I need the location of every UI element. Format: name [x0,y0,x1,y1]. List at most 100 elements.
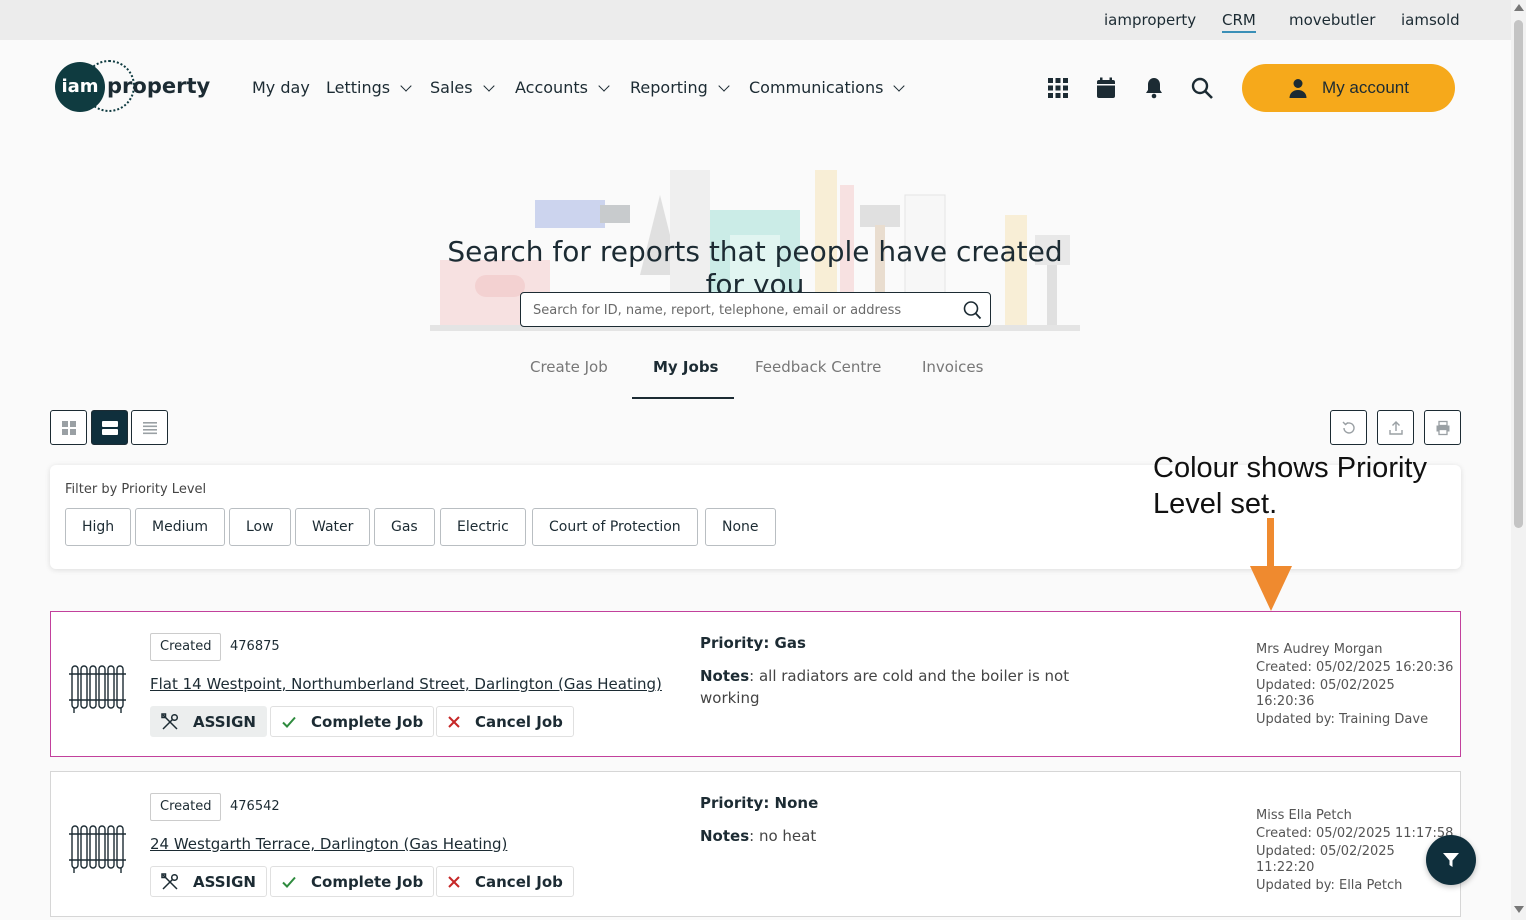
list-view-button[interactable] [131,410,168,445]
filter-chip-low[interactable]: Low [229,508,291,546]
logo-word: property [107,74,211,98]
nav-item-reporting[interactable]: Reporting [630,78,730,97]
filter-icon [1443,853,1459,867]
export-button[interactable] [1377,410,1414,445]
logo-mark: iam [55,62,105,112]
job-notes: Notes: all radiators are cold and the bo… [700,665,1080,709]
active-tab-indicator [632,397,734,399]
nav-item-my-day[interactable]: My day [252,78,310,97]
search-input[interactable] [533,299,953,321]
check-icon [282,876,296,888]
cancel-job-label: Cancel Job [475,872,563,891]
job-meta: Miss Ella Petch Created: 05/02/2025 11:1… [1256,808,1456,894]
nav-item-accounts[interactable]: Accounts [515,78,610,97]
filter-chip-water[interactable]: Water [295,508,371,546]
updated-by: Updated by: Training Dave [1256,712,1429,727]
nav-item-label: Sales [430,78,473,97]
brand-link-iamsold[interactable]: iamsold [1401,11,1460,29]
nav-item-lettings[interactable]: Lettings [326,78,412,97]
close-icon [448,875,460,888]
assign-button[interactable]: ASSIGN [150,706,267,737]
refresh-icon [1342,421,1355,434]
grid-view-icon [61,420,76,435]
tools-icon [161,872,179,890]
my-account-button[interactable]: My account [1242,64,1455,112]
priority-label: Priority: None [700,794,819,812]
filter-chip-none[interactable]: None [705,508,776,546]
created-date: Created: 05/02/2025 11:17:58 [1256,826,1454,841]
tab-my-jobs[interactable]: My Jobs [653,358,718,376]
cancel-job-button[interactable]: Cancel Job [436,706,574,737]
tab-create-job[interactable]: Create Job [530,358,608,376]
scrollbar-thumb[interactable] [1514,20,1523,528]
card-view-icon [101,420,118,435]
complete-job-label: Complete Job [311,712,424,731]
radiator-icon [69,665,126,713]
calendar-icon[interactable] [1094,76,1118,100]
nav-item-label: Reporting [630,78,708,97]
chevron-down-icon [482,79,495,92]
priority-label: Priority: Gas [700,634,806,652]
brand-link-crm[interactable]: CRM [1222,11,1256,33]
complete-job-button[interactable]: Complete Job [270,866,435,897]
check-icon [282,716,296,728]
complete-job-button[interactable]: Complete Job [270,706,435,737]
contact-name: Mrs Audrey Morgan [1256,642,1383,657]
complete-job-label: Complete Job [311,872,424,891]
nav-item-label: Lettings [326,78,391,97]
annotation-arrow [1267,518,1274,570]
scroll-up-arrow[interactable] [1514,4,1524,11]
scroll-down-arrow[interactable] [1514,906,1524,913]
assign-label: ASSIGN [193,712,256,731]
status-badge: Created [150,793,222,821]
notes-text: : no heat [749,827,817,845]
job-address-link[interactable]: Flat 14 Westpoint, Northumberland Street… [150,675,662,693]
job-card: Created 476875 Flat 14 Westpoint, Northu… [50,611,1461,757]
brand-link-iamproperty[interactable]: iamproperty [1104,11,1196,29]
created-date: Created: 05/02/2025 16:20:36 [1256,660,1454,675]
tab-feedback-centre[interactable]: Feedback Centre [755,358,881,376]
contact-name: Miss Ella Petch [1256,808,1352,823]
apps-grid-icon[interactable] [1046,76,1070,100]
grid-view-button[interactable] [50,410,87,445]
filter-chip-court-of-protection[interactable]: Court of Protection [532,508,698,546]
print-icon [1436,420,1449,435]
notes-text: : all radiators are cold and the boiler … [700,667,1070,707]
logo[interactable]: iam property [55,60,210,114]
nav-item-communications[interactable]: Communications [749,78,906,97]
job-card: Created 476542 24 Westgarth Terrace, Dar… [50,771,1461,917]
print-button[interactable] [1424,410,1461,445]
assign-label: ASSIGN [193,872,256,891]
updated-date: Updated: 05/02/2025 16:20:36 [1256,678,1395,709]
filter-chip-high[interactable]: High [65,508,132,546]
assign-button[interactable]: ASSIGN [150,866,267,897]
filter-chip-gas[interactable]: Gas [374,508,435,546]
close-icon [448,715,460,728]
chevron-down-icon [598,79,610,92]
annotation-callout: Colour shows Priority Level set. [1153,452,1427,520]
brand-link-movebutler[interactable]: movebutler [1289,11,1375,29]
job-id: 476542 [230,799,280,814]
tab-invoices[interactable]: Invoices [922,358,983,376]
nav-item-label: Communications [749,78,884,97]
cancel-job-button[interactable]: Cancel Job [436,866,574,897]
chevron-down-icon [893,79,906,92]
main-nav: iam property My day Lettings Sales Accou… [0,40,1511,136]
filter-chip-medium[interactable]: Medium [135,508,225,546]
notes-label: Notes [700,827,750,845]
filter-label: Filter by Priority Level [65,482,207,497]
status-badge: Created [150,633,222,661]
card-view-button[interactable] [91,410,128,445]
tools-icon [161,712,179,730]
search-icon[interactable] [962,300,982,320]
search-icon[interactable] [1190,76,1214,100]
bell-icon[interactable] [1142,76,1166,100]
brand-bar: iamproperty CRM movebutler iamsold [0,0,1511,40]
refresh-button[interactable] [1330,410,1367,445]
filter-chip-electric[interactable]: Electric [440,508,526,546]
filter-fab-button[interactable] [1426,835,1476,885]
updated-by: Updated by: Ella Petch [1256,878,1403,893]
list-view-icon [142,421,157,434]
job-address-link[interactable]: 24 Westgarth Terrace, Darlington (Gas He… [150,835,507,853]
nav-item-sales[interactable]: Sales [430,78,495,97]
